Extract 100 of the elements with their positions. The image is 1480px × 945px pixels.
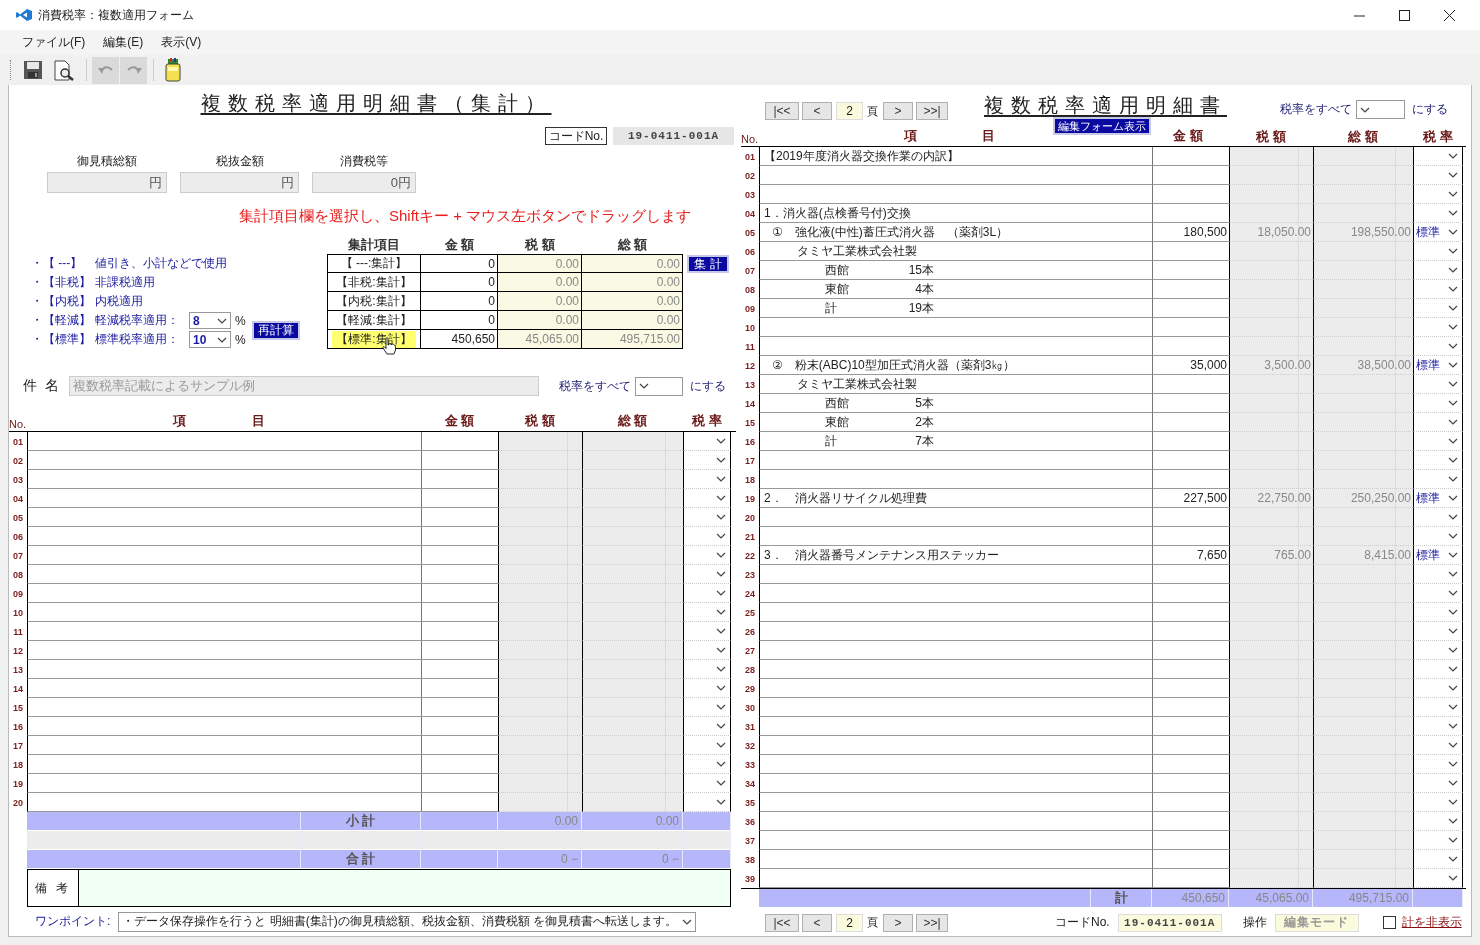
rate-dropdown[interactable]: 8	[189, 312, 231, 329]
rate-dropdown[interactable]	[1413, 527, 1463, 546]
rate-dropdown[interactable]	[1413, 603, 1463, 622]
rate-dropdown[interactable]: 10	[189, 331, 231, 348]
rate-dropdown[interactable]	[683, 641, 731, 660]
rate-dropdown[interactable]	[1413, 470, 1463, 489]
rate-dropdown[interactable]	[683, 736, 731, 755]
rate-dropdown[interactable]	[1413, 755, 1463, 774]
pager-button[interactable]: >>|	[916, 913, 948, 932]
rate-dropdown[interactable]	[683, 489, 731, 508]
table-cell: 【2019年度消火器交換作業の内訳】	[759, 147, 1152, 166]
rate-dropdown[interactable]	[1413, 147, 1463, 166]
rate-dropdown[interactable]	[1413, 261, 1463, 280]
rate-dropdown[interactable]	[683, 508, 731, 527]
checkbox[interactable]	[1382, 916, 1396, 929]
menu-item[interactable]: 表示(V)	[153, 34, 212, 51]
rate-dropdown[interactable]	[1413, 812, 1463, 831]
rate-dropdown[interactable]	[1413, 698, 1463, 717]
rate-dropdown[interactable]	[1413, 831, 1463, 850]
page-number-field[interactable]: 2	[836, 913, 863, 932]
rate-dropdown[interactable]	[1413, 850, 1463, 869]
aggregate-button[interactable]: 集 計	[687, 255, 729, 273]
menu-item[interactable]: ファイル(F)	[14, 34, 96, 51]
rate-dropdown[interactable]	[683, 584, 731, 603]
rate-dropdown[interactable]	[683, 565, 731, 584]
rate-dropdown[interactable]	[1413, 337, 1463, 356]
page-number-field[interactable]: 2	[836, 102, 863, 120]
rate-dropdown[interactable]: 標準	[1413, 546, 1463, 565]
rate-dropdown[interactable]	[683, 698, 731, 717]
maximize-icon[interactable]	[1399, 9, 1410, 21]
rate-dropdown[interactable]	[1413, 242, 1463, 261]
recalculate-button[interactable]: 再計算	[252, 320, 300, 340]
rate-dropdown[interactable]	[1413, 204, 1463, 223]
row-number: 23	[744, 568, 756, 582]
rate-dropdown[interactable]	[1413, 508, 1463, 527]
edit-form-button[interactable]: 編集フォーム表示	[1052, 117, 1151, 135]
rate-dropdown[interactable]	[1413, 166, 1463, 185]
rate-dropdown[interactable]	[683, 451, 731, 470]
pager-button[interactable]: >	[883, 102, 913, 120]
row-number: 10	[744, 321, 756, 335]
rate-dropdown[interactable]	[683, 755, 731, 774]
aggregate-item[interactable]: 【 ---:集計】	[327, 254, 421, 273]
rate-dropdown[interactable]	[1413, 774, 1463, 793]
one-point-dropdown[interactable]: ・データ保存操作を行うと 明細書(集計)の御見積総額、税抜金額、消費税額 を御見積書へ転送します。	[118, 911, 697, 932]
rate-dropdown[interactable]	[683, 546, 731, 565]
rate-dropdown[interactable]	[1413, 793, 1463, 812]
pager-button[interactable]: >	[883, 913, 913, 932]
rate-dropdown[interactable]	[1413, 451, 1463, 470]
pager-button[interactable]: |<<	[765, 102, 799, 120]
pager-button[interactable]: |<<	[765, 913, 799, 932]
rate-dropdown[interactable]	[1413, 413, 1463, 432]
rate-dropdown[interactable]	[1413, 394, 1463, 413]
rate-dropdown[interactable]	[683, 717, 731, 736]
table-cell: 22,750.00	[1229, 489, 1313, 508]
rate-dropdown[interactable]	[1413, 375, 1463, 394]
rate-dropdown[interactable]	[1413, 660, 1463, 679]
chevron-down-icon	[1448, 742, 1458, 748]
column-header: 税 額	[524, 412, 556, 430]
item-label: 計	[825, 299, 837, 317]
rate-dropdown[interactable]	[683, 660, 731, 679]
row-number: 14	[12, 682, 24, 696]
rate-dropdown[interactable]	[683, 622, 731, 641]
rate-dropdown[interactable]	[1413, 736, 1463, 755]
hide-total-link[interactable]: 計を非表示	[1401, 914, 1462, 931]
rate-dropdown[interactable]	[683, 470, 731, 489]
rate-all-dropdown[interactable]	[634, 376, 683, 396]
pager-button[interactable]: >>|	[916, 102, 948, 120]
rate-dropdown[interactable]	[1413, 280, 1463, 299]
rate-dropdown[interactable]	[1413, 432, 1463, 451]
rate-dropdown[interactable]	[683, 432, 731, 451]
rate-dropdown[interactable]: 標準	[1413, 223, 1463, 242]
rate-dropdown[interactable]: 標準	[1413, 489, 1463, 508]
rate-dropdown[interactable]	[1413, 299, 1463, 318]
chevron-down-icon	[716, 476, 726, 482]
chevron-down-icon	[716, 590, 726, 596]
rate-dropdown[interactable]	[1413, 185, 1463, 204]
rate-dropdown[interactable]	[683, 793, 731, 812]
rate-dropdown[interactable]	[1413, 869, 1463, 888]
rate-dropdown[interactable]	[1413, 318, 1463, 337]
rate-dropdown[interactable]	[1413, 565, 1463, 584]
rate-dropdown[interactable]: 標準	[1413, 356, 1463, 375]
rate-dropdown[interactable]	[683, 527, 731, 546]
rate-dropdown[interactable]	[683, 679, 731, 698]
chevron-down-icon	[716, 761, 726, 767]
code-value-field: 19-0411-001A	[1117, 913, 1222, 932]
aggregate-item[interactable]: 【内税:集計】	[327, 292, 421, 311]
rate-dropdown[interactable]	[1413, 641, 1463, 660]
rate-dropdown[interactable]	[1413, 679, 1463, 698]
rate-dropdown[interactable]	[1413, 584, 1463, 603]
rate-all-dropdown[interactable]	[1356, 100, 1405, 119]
aggregate-item[interactable]: 【軽減:集計】	[327, 311, 421, 330]
rate-dropdown[interactable]	[1413, 622, 1463, 641]
rate-dropdown[interactable]	[683, 774, 731, 793]
rate-dropdown[interactable]	[683, 603, 731, 622]
close-icon[interactable]	[1444, 9, 1455, 21]
pager-button[interactable]: <	[802, 913, 832, 932]
pager-button[interactable]: <	[802, 102, 832, 120]
rate-dropdown[interactable]	[1413, 717, 1463, 736]
menu-item[interactable]: 編集(E)	[95, 34, 154, 51]
aggregate-item[interactable]: 【非税:集計】	[327, 273, 421, 292]
